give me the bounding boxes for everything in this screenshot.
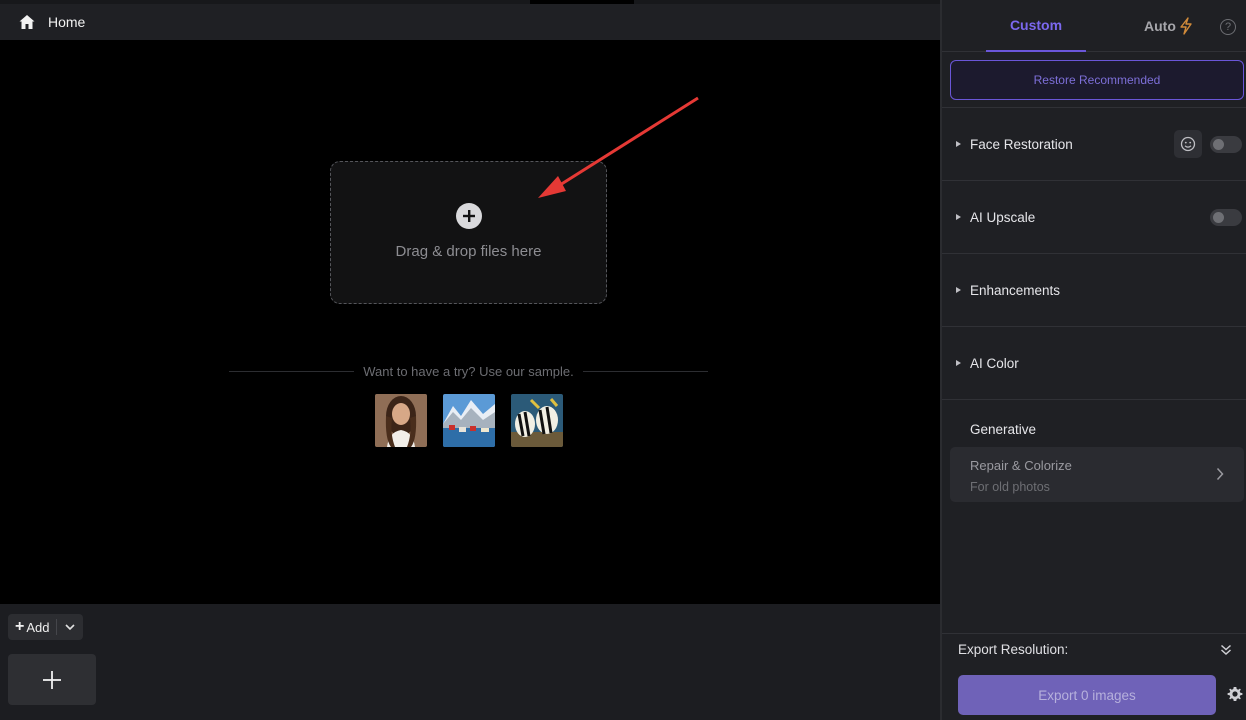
add-button[interactable]: + Add: [8, 614, 56, 640]
ai-upscale-toggle[interactable]: [1210, 208, 1242, 226]
section-label: AI Upscale: [970, 209, 1036, 225]
add-image-tile[interactable]: [8, 654, 96, 705]
face-restoration-toggle[interactable]: [1210, 135, 1242, 153]
tab-auto-label: Auto: [1144, 18, 1176, 34]
divider-right: [582, 370, 709, 372]
help-icon[interactable]: ?: [1220, 19, 1236, 35]
header-bar: Home: [0, 4, 940, 40]
export-resolution-label: Export Resolution:: [958, 642, 1069, 657]
section-label: AI Color: [970, 355, 1019, 371]
chevron-down-icon[interactable]: [57, 614, 83, 640]
sample-thumbnails: [375, 394, 563, 447]
double-chevron-down-icon[interactable]: [1220, 643, 1232, 661]
toggle-knob: [1213, 138, 1224, 150]
dropzone-text: Drag & drop files here: [395, 243, 542, 260]
workspace-canvas: Drag & drop files here Want to have a tr…: [0, 40, 940, 604]
add-button-group: + Add: [8, 614, 84, 640]
app-window: Home Drag & drop files here Want to have…: [0, 0, 1246, 720]
section-face-restoration[interactable]: Face Restoration: [942, 108, 1246, 181]
plus-circle-icon: [455, 203, 482, 229]
section-ai-upscale[interactable]: AI Upscale: [942, 181, 1246, 254]
annotation-arrow: [538, 96, 699, 198]
expand-triangle-icon: [956, 214, 961, 220]
repair-card-subtitle: For old photos: [970, 480, 1050, 494]
plus-icon: +: [15, 618, 25, 635]
face-icon[interactable]: [1174, 130, 1202, 158]
sample-fish-thumb[interactable]: [511, 394, 563, 447]
tab-custom[interactable]: Custom: [986, 0, 1086, 52]
tab-auto[interactable]: Auto: [1144, 0, 1193, 52]
add-label: Add: [26, 619, 50, 635]
mode-tabs: Custom Auto ?: [942, 0, 1246, 52]
sample-landscape-thumb[interactable]: [443, 394, 495, 447]
section-label: Face Restoration: [970, 136, 1073, 152]
divider-left: [229, 370, 355, 372]
home-breadcrumb[interactable]: Home: [48, 14, 85, 30]
section-ai-color[interactable]: AI Color: [942, 327, 1246, 400]
expand-triangle-icon: [956, 287, 961, 293]
home-icon[interactable]: [18, 13, 36, 31]
toggle-knob: [1213, 211, 1224, 223]
bottom-bar: + Add: [0, 604, 940, 720]
gear-icon[interactable]: [1227, 686, 1243, 707]
section-label: Enhancements: [970, 282, 1061, 298]
chevron-right-icon: [1216, 467, 1224, 486]
settings-panel: Custom Auto ? Restore Recommended Face R…: [940, 0, 1246, 720]
divider: [942, 633, 1246, 634]
repair-colorize-card[interactable]: Repair & Colorize For old photos: [950, 447, 1244, 502]
sample-prompt: Want to have a try? Use our sample.: [363, 363, 574, 379]
sample-prompt-row: Want to have a try? Use our sample.: [229, 361, 709, 381]
sample-portrait-thumb[interactable]: [375, 394, 427, 447]
restore-recommended-button[interactable]: Restore Recommended: [950, 60, 1244, 100]
expand-triangle-icon: [956, 141, 961, 147]
section-enhancements[interactable]: Enhancements: [942, 254, 1246, 327]
expand-triangle-icon: [956, 360, 961, 366]
export-button[interactable]: Export 0 images: [958, 675, 1216, 715]
repair-card-title: Repair & Colorize: [970, 458, 1072, 473]
generative-heading: Generative: [970, 422, 1037, 437]
bolt-icon: [1179, 17, 1193, 35]
plus-icon: [43, 670, 61, 689]
